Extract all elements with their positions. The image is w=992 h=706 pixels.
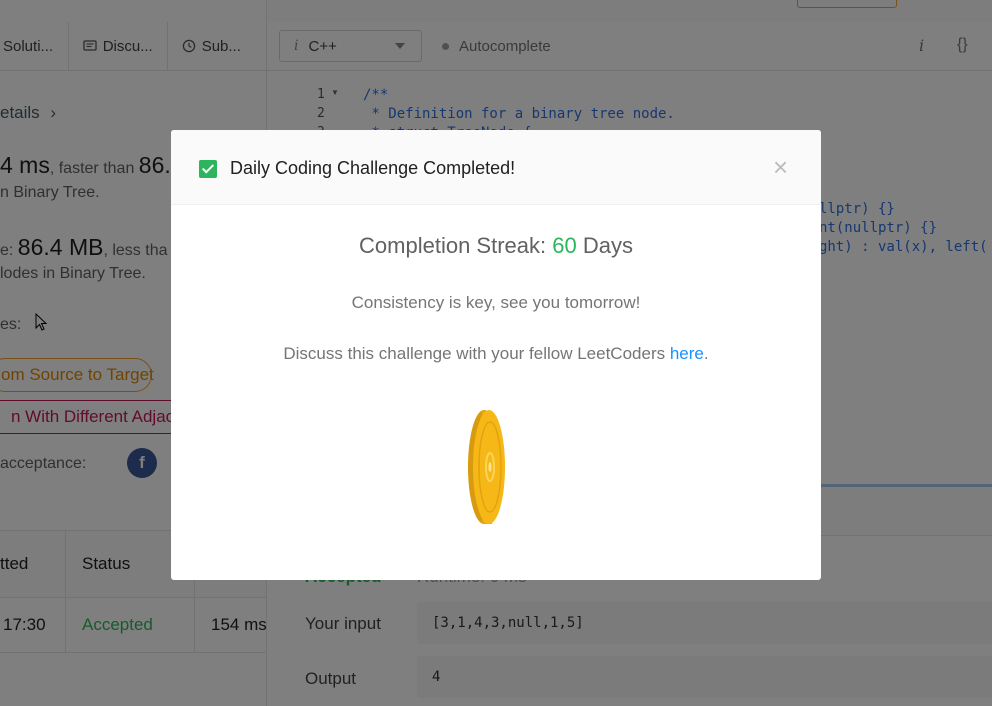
spinning-coin-icon xyxy=(468,410,505,524)
discuss-suffix: . xyxy=(703,344,709,363)
streak-number: 60 xyxy=(552,233,577,258)
discuss-here-link[interactable]: here xyxy=(670,344,704,363)
discuss-message: Discuss this challenge with your fellow … xyxy=(171,344,821,364)
streak-prefix: Completion Streak: xyxy=(359,233,553,258)
modal-header: Daily Coding Challenge Completed! × xyxy=(171,130,821,205)
challenge-completed-modal: Daily Coding Challenge Completed! × Comp… xyxy=(171,130,821,580)
discuss-prefix: Discuss this challenge with your fellow … xyxy=(283,344,670,363)
checkbox-checked-icon xyxy=(199,160,217,178)
close-icon[interactable]: × xyxy=(773,154,788,180)
streak-suffix: Days xyxy=(576,233,633,258)
completion-streak: Completion Streak: 60 Days xyxy=(171,233,821,259)
page: Soluti... Discu... Sub... etails › 4 ms,… xyxy=(0,0,992,706)
modal-title: Daily Coding Challenge Completed! xyxy=(230,158,516,178)
consistency-message: Consistency is key, see you tomorrow! xyxy=(351,293,641,312)
